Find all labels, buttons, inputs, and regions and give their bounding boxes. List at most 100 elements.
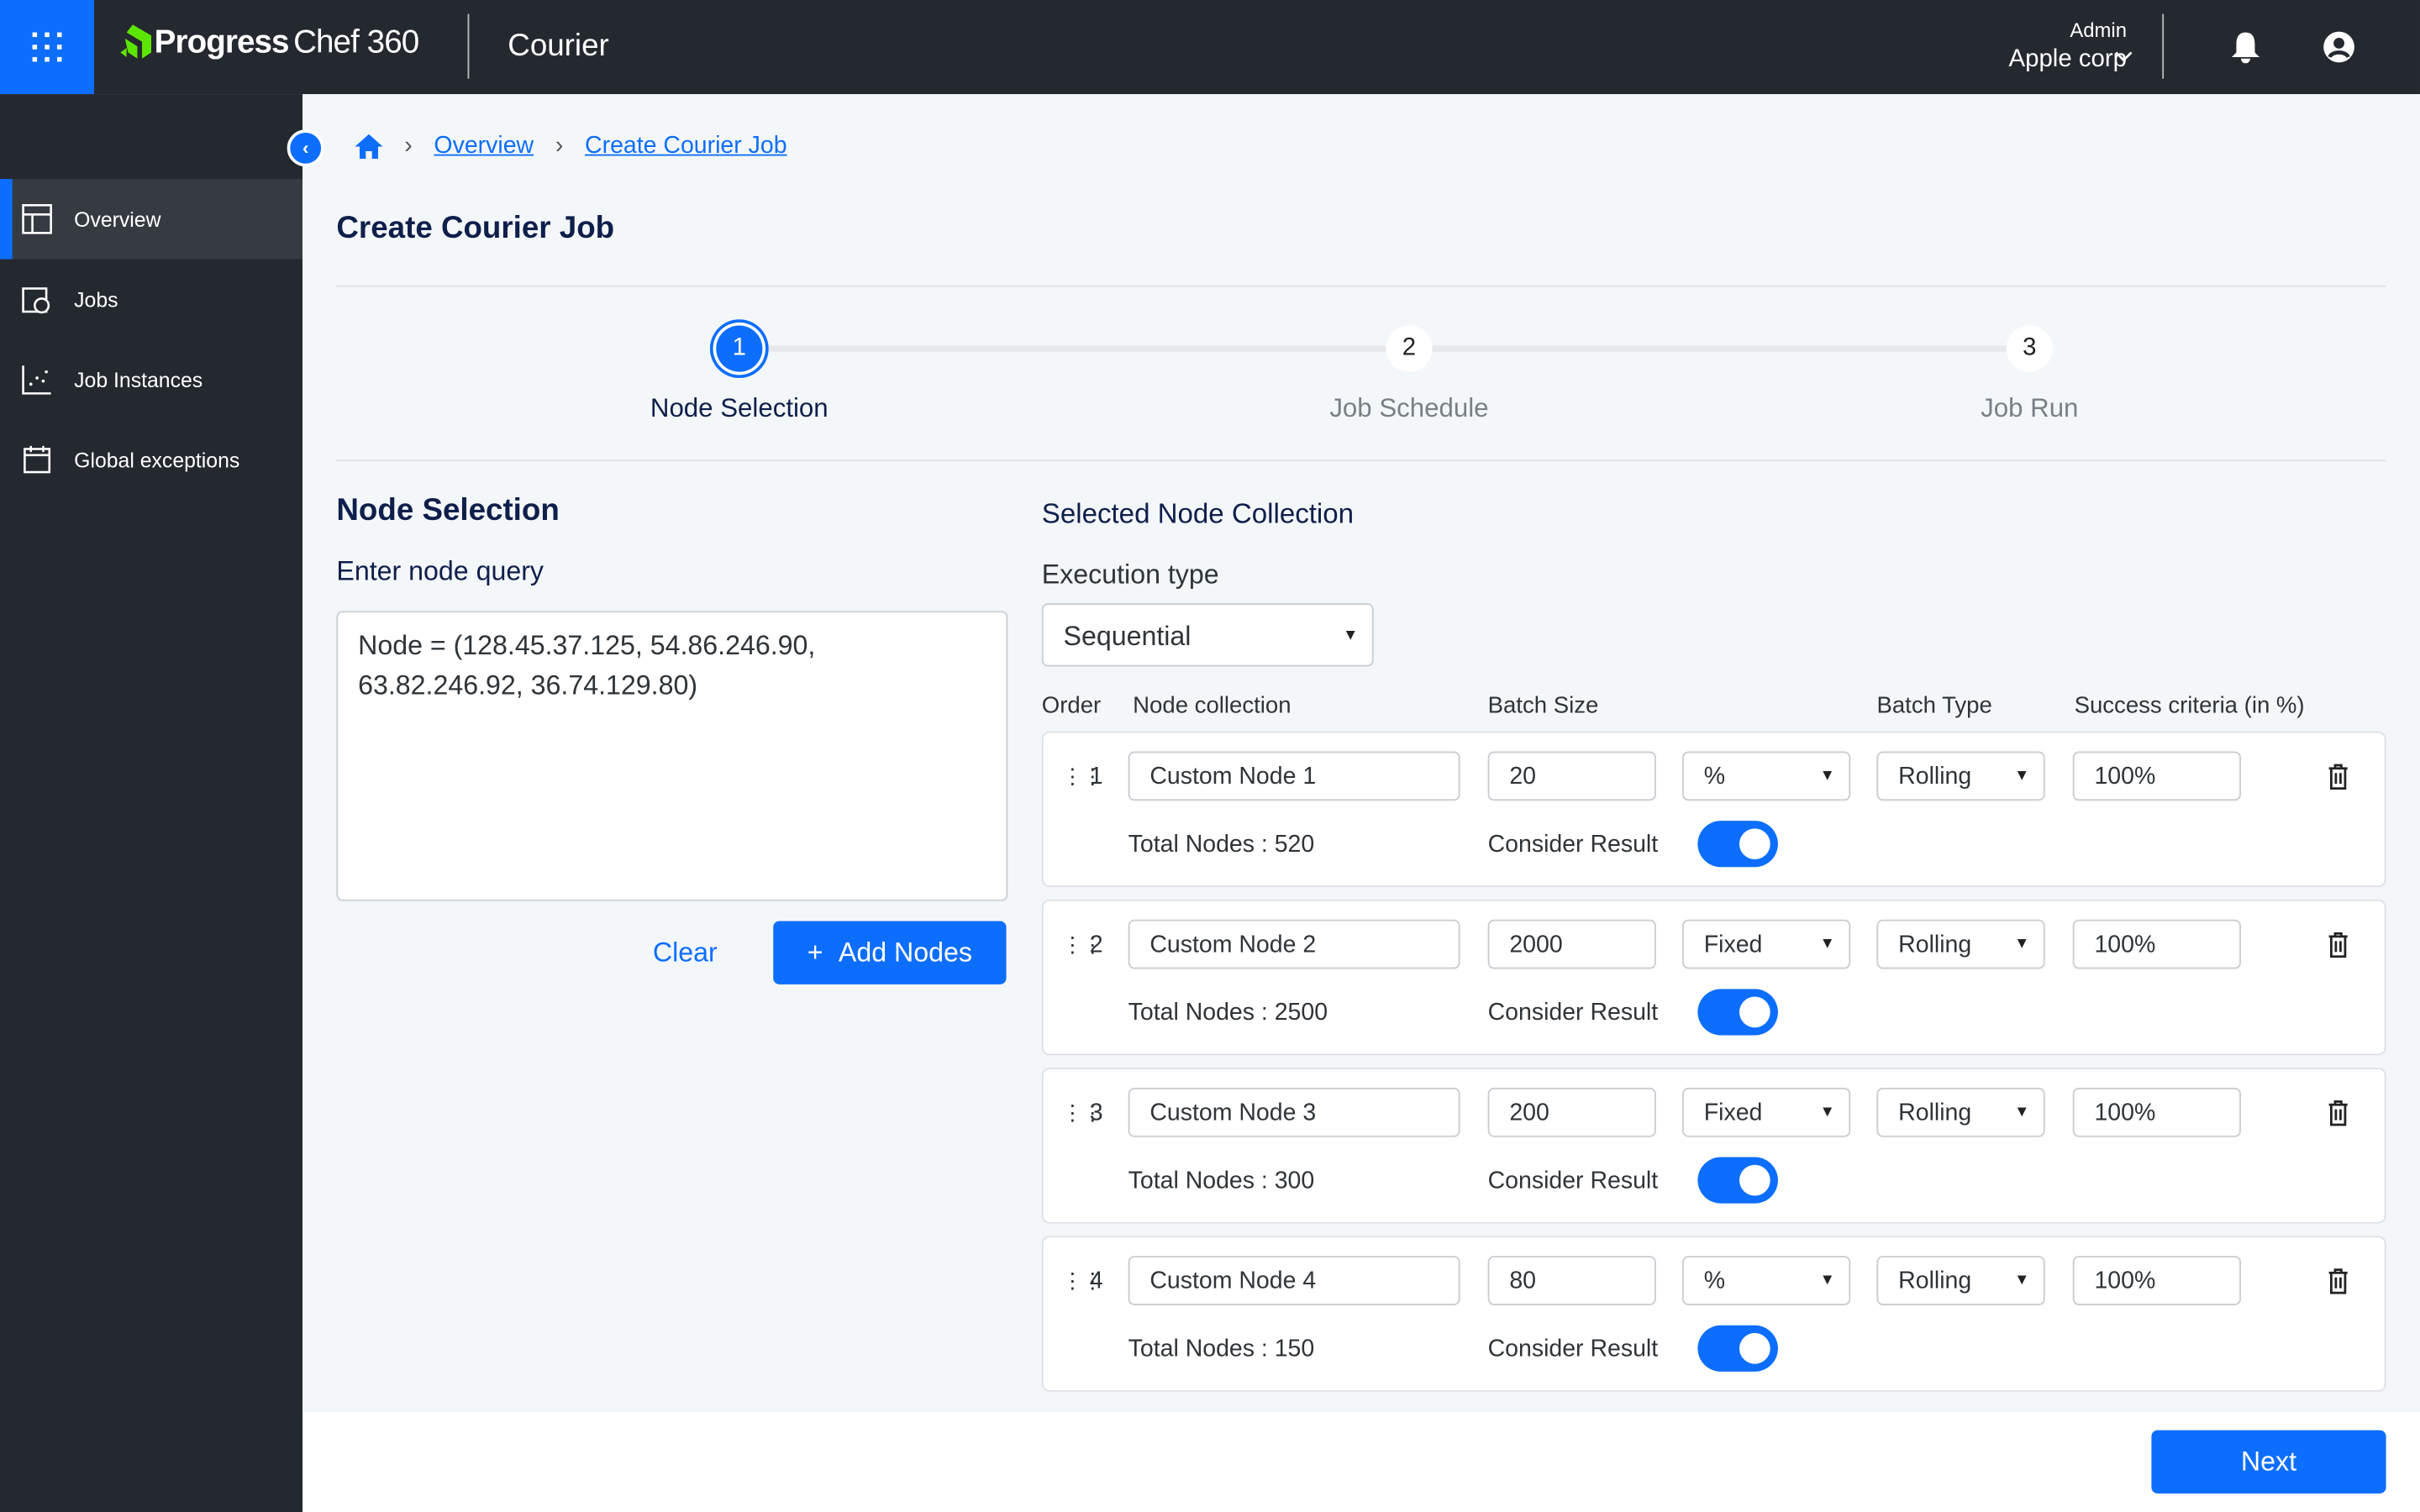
sidebar-item-job-instances[interactable]: Job Instances: [0, 339, 302, 420]
batch-type-select[interactable]: Rolling ▼: [1876, 751, 2045, 801]
calendar-icon: [24, 445, 51, 474]
caret-down-icon: ▼: [2014, 1272, 2030, 1289]
node-query-input[interactable]: Node = (128.45.37.125, 54.86.246.90, 63.…: [336, 611, 1008, 901]
divider: [336, 459, 2386, 462]
chevron-right-icon: ›: [555, 132, 564, 160]
batch-size-input[interactable]: 2000: [1487, 919, 1656, 969]
batch-unit-select[interactable]: Fixed ▼: [1682, 919, 1851, 969]
caret-down-icon: ▼: [1819, 1104, 1835, 1121]
header-order: Order: [1041, 692, 1102, 719]
top-bar: Progress Chef 360 Courier Admin Apple cor…: [0, 0, 2420, 95]
consider-result-toggle[interactable]: [1697, 989, 1778, 1036]
breadcrumb: › Overview › Create Courier Job: [355, 132, 787, 160]
sidebar-item-overview[interactable]: Overview: [0, 179, 302, 260]
collapse-sidebar-button[interactable]: ‹: [287, 129, 324, 167]
node-collection-input[interactable]: Custom Node 2: [1128, 919, 1460, 969]
chevron-left-icon: ‹: [302, 137, 309, 160]
batch-unit-select[interactable]: % ▼: [1682, 751, 1851, 801]
trash-icon[interactable]: [2328, 764, 2349, 790]
sidebar-item-global-exceptions[interactable]: Global exceptions: [0, 420, 302, 501]
consider-result-toggle[interactable]: [1697, 1157, 1778, 1204]
consider-result-label: Consider Result: [1487, 1336, 1659, 1362]
breadcrumb-create-courier-job[interactable]: Create Courier Job: [585, 133, 787, 160]
dashboard-icon: [22, 203, 52, 234]
execution-type-select[interactable]: Sequential ▼: [1041, 603, 1374, 667]
header-batch-size: Batch Size: [1487, 692, 1599, 719]
product-name: Courier: [508, 29, 609, 64]
clear-button[interactable]: Clear: [653, 937, 718, 969]
trash-icon[interactable]: [2328, 932, 2349, 958]
home-icon[interactable]: [355, 134, 383, 160]
caret-down-icon: ▼: [2014, 1104, 2030, 1121]
chevron-down-icon[interactable]: [2114, 51, 2133, 64]
node-selection-title: Node Selection: [336, 493, 560, 528]
batch-unit-select[interactable]: % ▼: [1682, 1256, 1851, 1305]
divider: [467, 13, 470, 79]
add-nodes-button[interactable]: + Add Nodes: [773, 921, 1007, 984]
collection-title: Selected Node Collection: [1041, 498, 1355, 529]
row-order: 3: [1089, 1100, 1103, 1126]
caret-down-icon: ▼: [1819, 767, 1835, 785]
footer: [302, 1410, 2420, 1512]
trash-icon[interactable]: [2328, 1268, 2349, 1294]
caret-down-icon: ▼: [1819, 1272, 1835, 1289]
row-order: 4: [1089, 1268, 1103, 1295]
success-criteria-input[interactable]: 100%: [2072, 1087, 2241, 1137]
consider-result-label: Consider Result: [1487, 831, 1659, 858]
total-nodes: Total Nodes : 300: [1128, 1168, 1315, 1194]
batch-type-select[interactable]: Rolling ▼: [1876, 1256, 2045, 1305]
batch-type-select[interactable]: Rolling ▼: [1876, 919, 2045, 969]
caret-down-icon: ▼: [1343, 626, 1359, 643]
divider: [2162, 13, 2165, 79]
caret-down-icon: ▼: [2014, 935, 2030, 953]
calendar-clock-icon: [22, 287, 50, 314]
step-job-run[interactable]: 3 Job Run: [1876, 325, 2184, 425]
success-criteria-input[interactable]: 100%: [2072, 919, 2241, 969]
consider-result-label: Consider Result: [1487, 1168, 1659, 1194]
batch-type-select[interactable]: Rolling ▼: [1876, 1087, 2045, 1137]
node-collection-row: ⋮⋮ 3 Custom Node 3 200 Fixed ▼ Rolling ▼ 1…: [1041, 1068, 2386, 1224]
step-node-selection[interactable]: 1 Node Selection: [585, 325, 893, 425]
total-nodes: Total Nodes : 2500: [1128, 1000, 1328, 1026]
caret-down-icon: ▼: [1819, 935, 1835, 953]
trash-icon[interactable]: [2328, 1100, 2349, 1126]
app-launcher-button[interactable]: [0, 0, 95, 95]
node-collection-input[interactable]: Custom Node 3: [1128, 1087, 1460, 1137]
divider: [336, 285, 2386, 287]
execution-type-label: Execution type: [1041, 558, 1219, 590]
node-collection-input[interactable]: Custom Node 4: [1128, 1256, 1460, 1305]
consider-result-toggle[interactable]: [1697, 1325, 1778, 1372]
page-title: Create Courier Job: [336, 211, 615, 246]
node-collection-row: ⋮⋮ 4 Custom Node 4 80 % ▼ Rolling ▼ 100% T…: [1041, 1236, 2386, 1392]
success-criteria-input[interactable]: 100%: [2072, 1256, 2241, 1305]
query-label: Enter node query: [336, 555, 544, 586]
row-order: 1: [1089, 764, 1103, 790]
step-job-schedule[interactable]: 2 Job Schedule: [1255, 325, 1563, 425]
batch-size-input[interactable]: 200: [1487, 1087, 1656, 1137]
app: Progress Chef 360 Courier Admin Apple cor…: [0, 0, 2420, 1512]
row-order: 2: [1089, 932, 1103, 958]
plus-icon: +: [807, 936, 823, 968]
chevron-right-icon: ›: [404, 132, 413, 160]
total-nodes: Total Nodes : 150: [1128, 1336, 1315, 1362]
grid-icon: [32, 32, 62, 62]
batch-unit-select[interactable]: Fixed ▼: [1682, 1087, 1851, 1137]
success-criteria-input[interactable]: 100%: [2072, 751, 2241, 801]
batch-size-input[interactable]: 20: [1487, 751, 1656, 801]
sidebar: Overview Jobs Job Instances Global excep…: [0, 94, 302, 1512]
sidebar-item-jobs[interactable]: Jobs: [0, 260, 302, 340]
caret-down-icon: ▼: [2014, 767, 2030, 785]
progress-logo-icon: [120, 24, 151, 59]
user-avatar-icon[interactable]: [2323, 31, 2355, 64]
node-collection-row: ⋮⋮ 1 Custom Node 1 20 % ▼ Rolling ▼ 100% T…: [1041, 731, 2386, 888]
header-batch-type: Batch Type: [1876, 692, 1992, 719]
consider-result-toggle[interactable]: [1697, 821, 1778, 868]
logo: Progress Chef 360: [120, 24, 419, 61]
batch-size-input[interactable]: 80: [1487, 1256, 1656, 1305]
bell-icon[interactable]: [2230, 31, 2261, 65]
node-collection-input[interactable]: Custom Node 1: [1128, 751, 1460, 801]
next-button[interactable]: Next: [2151, 1430, 2386, 1494]
breadcrumb-overview[interactable]: Overview: [434, 133, 534, 160]
org-switcher[interactable]: Admin Apple corp: [2009, 18, 2128, 74]
header-node-collection: Node collection: [1133, 692, 1292, 719]
